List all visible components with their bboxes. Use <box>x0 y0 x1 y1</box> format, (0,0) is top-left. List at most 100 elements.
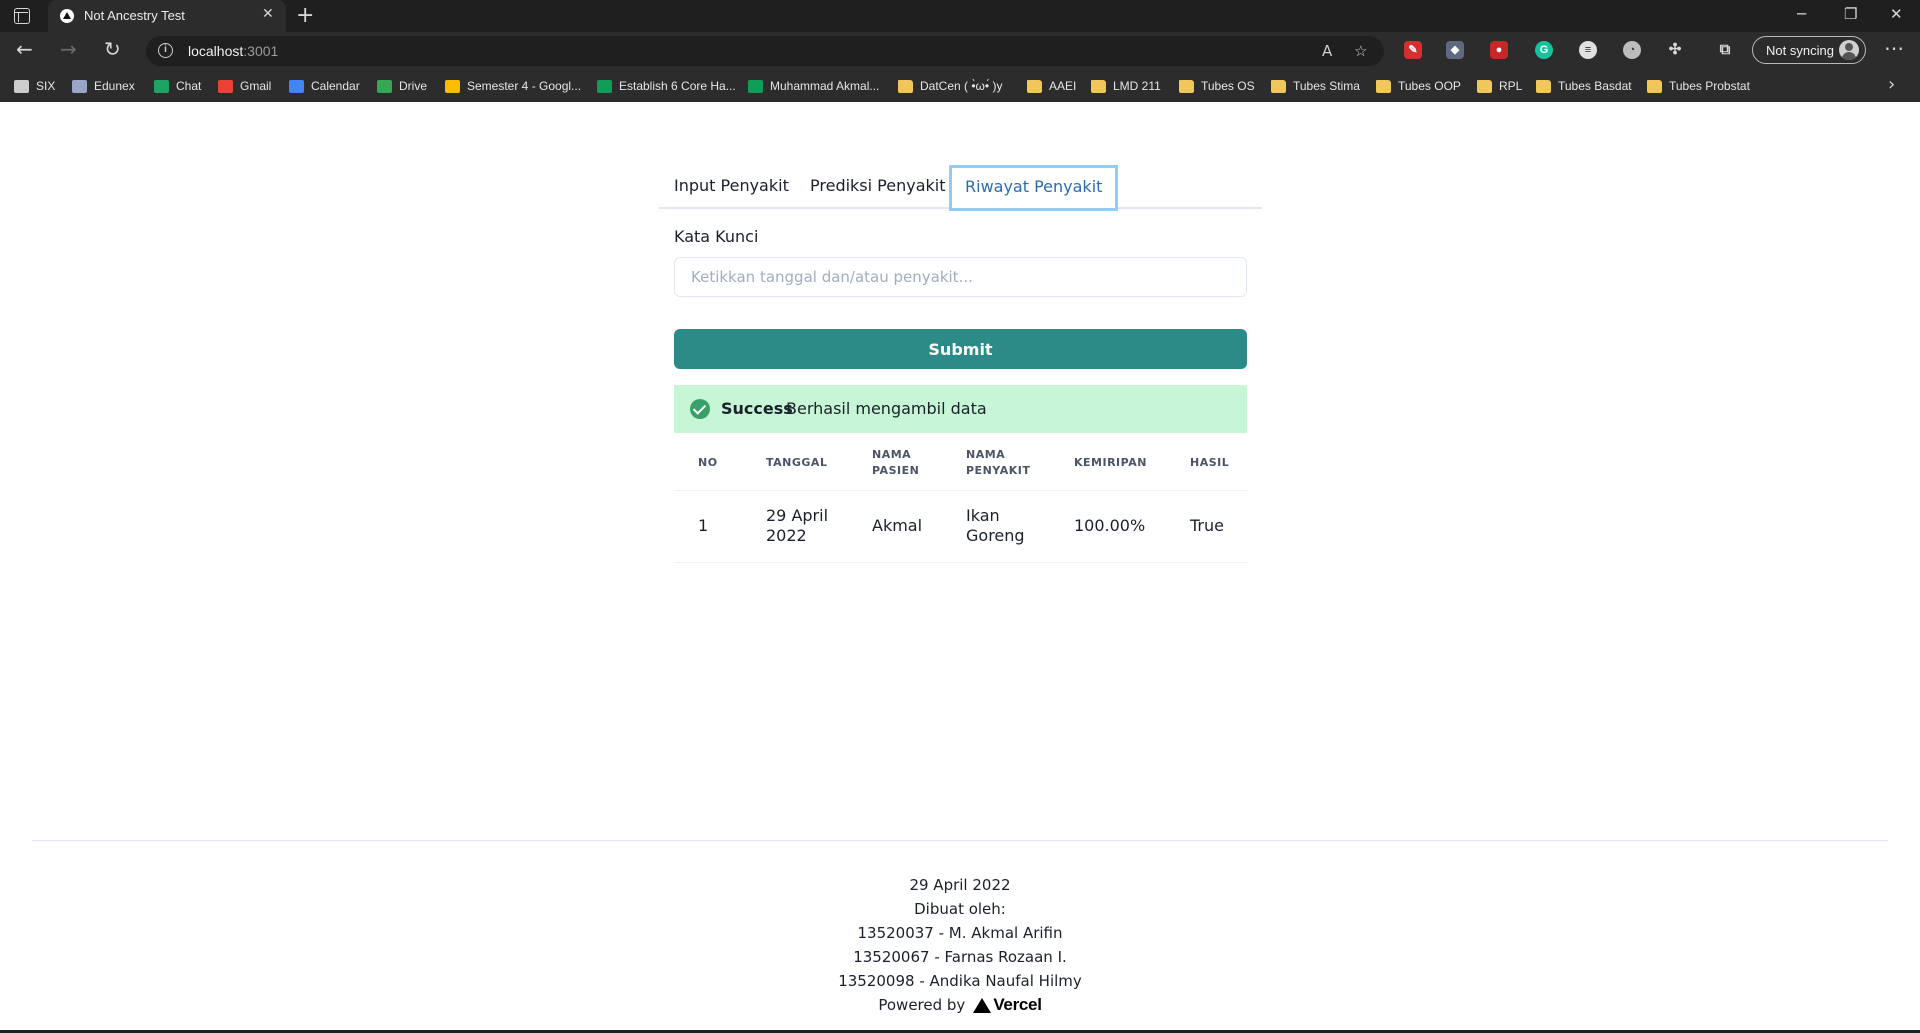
footer-author: 13520098 - Andika Naufal Hilmy <box>838 972 1082 990</box>
cell-nama-pasien: Akmal <box>848 490 942 563</box>
browser-tab-bar: Not Ancestry Test ✕ + ─ ❐ ✕ <box>0 0 1920 32</box>
bookmark-item[interactable]: Establish 6 Core Ha... <box>597 77 736 95</box>
more-menu-icon[interactable]: ⋯ <box>1884 36 1904 60</box>
minimize-icon[interactable]: ─ <box>1797 5 1806 23</box>
vercel-triangle-icon <box>973 997 992 1013</box>
bookmark-folder[interactable]: DatCen ( •̀ω•́ )y <box>898 77 1002 95</box>
column-header: NAMA PASIEN <box>848 436 942 491</box>
bookmark-folder[interactable]: Tubes OOP <box>1376 77 1461 95</box>
footer: 29 April 2022 Dibuat oleh: 13520037 - M.… <box>0 873 1920 1017</box>
avatar <box>1839 40 1859 60</box>
bookmarks-bar: SIX Edunex Chat Gmail Calendar Drive Sem… <box>0 70 1920 102</box>
folder-icon <box>1271 79 1286 93</box>
url-text[interactable]: localhost:3001 <box>188 43 278 59</box>
tab-actions-icon[interactable] <box>14 8 30 24</box>
address-bar[interactable]: i localhost:3001 A ☆ <box>146 36 1384 66</box>
bookmark-item[interactable]: Gmail <box>218 77 271 95</box>
bookmark-folder[interactable]: LMD 211 <box>1091 77 1161 95</box>
bookmark-folder[interactable]: AAEI <box>1027 77 1076 95</box>
bookmark-folder[interactable]: Tubes Stima <box>1271 77 1360 95</box>
extension-shield-icon[interactable]: ◆ <box>1446 41 1464 59</box>
bookmark-item[interactable]: SIX <box>14 77 55 95</box>
bookmark-icon <box>218 79 233 93</box>
sync-label: Not syncing <box>1766 43 1834 58</box>
table-row: 1 29 April 2022 Akmal Ikan Goreng 100.00… <box>674 490 1247 563</box>
cell-tanggal: 29 April 2022 <box>742 490 848 563</box>
back-icon[interactable]: ← <box>16 37 33 61</box>
browser-toolbar: ← → ↻ i localhost:3001 A ☆ ✎ ◆ ● G ≡ ◔ ✣… <box>0 32 1920 70</box>
extension-gauge-icon[interactable]: ◔ <box>1623 41 1641 59</box>
restore-icon[interactable]: ❐ <box>1844 5 1857 23</box>
forward-icon[interactable]: → <box>60 37 77 61</box>
favorite-star-icon[interactable]: ☆ <box>1354 42 1367 60</box>
extension-menu-icon[interactable]: ≡ <box>1579 41 1597 59</box>
cell-nama-penyakit: Ikan Goreng <box>942 490 1050 563</box>
tab-riwayat-penyakit[interactable]: Riwayat Penyakit <box>949 165 1119 211</box>
vercel-wordmark: Vercel <box>993 995 1042 1014</box>
folder-icon <box>1091 79 1106 93</box>
column-header: NO <box>674 436 742 491</box>
close-window-icon[interactable]: ✕ <box>1890 5 1903 23</box>
extension-red-icon[interactable]: ✎ <box>1404 41 1422 59</box>
new-tab-icon[interactable]: + <box>296 3 314 28</box>
column-header: NAMA PENYAKIT <box>942 436 1050 491</box>
bookmark-folder[interactable]: Tubes Probstat <box>1647 77 1750 95</box>
search-label: Kata Kunci <box>674 227 759 246</box>
collections-icon[interactable]: ⧉ <box>1716 41 1734 59</box>
tab-prediksi-penyakit[interactable]: Prediksi Penyakit <box>795 165 961 209</box>
bookmark-item[interactable]: Edunex <box>72 77 135 95</box>
folder-icon <box>1376 79 1391 93</box>
bookmark-item[interactable]: Chat <box>154 77 201 95</box>
bookmark-item[interactable]: Drive <box>377 77 427 95</box>
browser-tab[interactable]: Not Ancestry Test ✕ <box>48 0 286 32</box>
search-input[interactable] <box>674 257 1247 297</box>
tab-title: Not Ancestry Test <box>84 8 185 23</box>
bookmark-item[interactable]: Calendar <box>289 77 360 95</box>
powered-by-vercel-link[interactable]: Powered by Vercel <box>878 993 1042 1017</box>
footer-divider <box>32 840 1888 841</box>
site-info-icon[interactable]: i <box>158 43 173 58</box>
bookmark-icon <box>377 79 392 93</box>
bookmark-folder[interactable]: Tubes Basdat <box>1536 77 1632 95</box>
profile-sync-button[interactable]: Not syncing <box>1752 36 1866 64</box>
page-tabs: Input Penyakit Prediksi Penyakit Riwayat… <box>659 165 1262 211</box>
alert-title: Success <box>721 399 793 418</box>
bookmark-folder[interactable]: Tubes OS <box>1179 77 1255 95</box>
tab-input-penyakit[interactable]: Input Penyakit <box>659 165 804 209</box>
bookmark-icon <box>154 79 169 93</box>
folder-icon <box>1536 79 1551 93</box>
footer-made-by: Dibuat oleh: <box>914 900 1006 918</box>
column-header: TANGGAL <box>742 436 848 491</box>
results-table: NO TANGGAL NAMA PASIEN NAMA PENYAKIT KEM… <box>674 436 1247 563</box>
read-aloud-icon[interactable]: A <box>1322 42 1332 60</box>
bookmark-item[interactable]: Semester 4 - Googl... <box>445 77 581 95</box>
cell-kemiripan: 100.00% <box>1050 490 1166 563</box>
success-alert: Success Berhasil mengambil data <box>674 385 1247 433</box>
reload-icon[interactable]: ↻ <box>104 37 121 61</box>
bookmark-icon <box>14 79 29 93</box>
folder-icon <box>1647 79 1662 93</box>
extensions-puzzle-icon[interactable]: ✣ <box>1666 41 1684 59</box>
bookmark-icon <box>597 79 612 93</box>
cell-no: 1 <box>674 490 742 563</box>
bookmark-icon <box>72 79 87 93</box>
check-circle-icon <box>690 399 710 419</box>
column-header: HASIL <box>1166 436 1247 491</box>
bookmark-icon <box>748 79 763 93</box>
grammarly-icon[interactable]: G <box>1535 41 1553 59</box>
close-tab-icon[interactable]: ✕ <box>262 6 274 22</box>
folder-icon <box>1477 79 1492 93</box>
bookmark-icon <box>289 79 304 93</box>
folder-icon <box>1179 79 1194 93</box>
extension-lastpass-icon[interactable]: ● <box>1490 41 1508 59</box>
bookmark-folder[interactable]: RPL <box>1477 77 1522 95</box>
chevron-right-icon[interactable]: › <box>1888 74 1895 95</box>
column-header: KEMIRIPAN <box>1050 436 1166 491</box>
submit-button[interactable]: Submit <box>674 329 1247 369</box>
bookmark-item[interactable]: Muhammad Akmal... <box>748 77 879 95</box>
folder-icon <box>898 79 913 93</box>
folder-icon <box>1027 79 1042 93</box>
table-header-row: NO TANGGAL NAMA PASIEN NAMA PENYAKIT KEM… <box>674 436 1247 491</box>
powered-by-label: Powered by <box>878 996 966 1014</box>
vercel-logo: Vercel <box>973 993 1042 1017</box>
